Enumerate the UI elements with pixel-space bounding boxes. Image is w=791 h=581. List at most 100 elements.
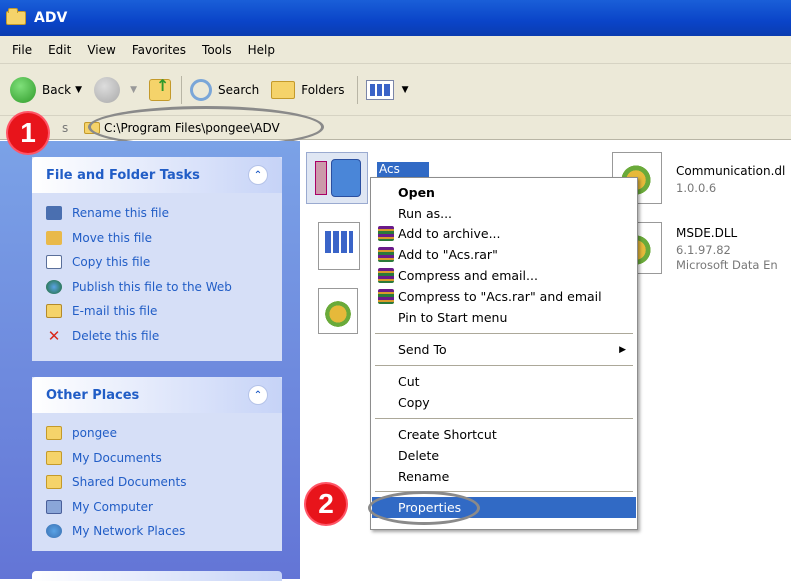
folders-icon xyxy=(271,80,296,99)
menu-view[interactable]: View xyxy=(79,43,123,57)
menu-bar: File Edit View Favorites Tools Help xyxy=(0,36,791,64)
step-badge-1: 1 xyxy=(8,113,48,153)
acs-file-label[interactable]: Acs xyxy=(377,162,429,178)
menu-item-label: Create Shortcut xyxy=(398,427,497,442)
address-label: s xyxy=(62,120,69,135)
task-label: Rename this file xyxy=(72,206,170,221)
winrar-icon xyxy=(378,268,394,283)
task-label: Copy this file xyxy=(72,255,151,270)
folders-button[interactable]: Folders xyxy=(271,80,345,99)
task-move[interactable]: Move this file xyxy=(46,226,282,251)
acs-app-icon[interactable] xyxy=(306,152,368,204)
panel-header[interactable]: Other Places ⌃ xyxy=(32,377,282,413)
menu-item-label: Add to "Acs.rar" xyxy=(398,247,498,262)
rename-icon xyxy=(46,206,62,221)
collapse-chevron-icon[interactable]: ⌃ xyxy=(248,165,268,185)
msde-file-description: Microsoft Data En xyxy=(676,258,778,272)
menu-item-copy[interactable]: Copy xyxy=(372,392,636,413)
menu-item-label: Open xyxy=(398,185,435,200)
menu-item-compress-acs-email[interactable]: Compress to "Acs.rar" and email xyxy=(372,286,636,307)
forward-button[interactable]: ▼ xyxy=(94,76,137,103)
title-bar: ADV xyxy=(0,0,791,36)
place-my-network[interactable]: My Network Places xyxy=(46,519,282,544)
menu-favorites[interactable]: Favorites xyxy=(124,43,194,57)
menu-item-add-acs-rar[interactable]: Add to "Acs.rar" xyxy=(372,244,636,265)
winrar-icon xyxy=(378,289,394,304)
place-label: My Network Places xyxy=(72,524,186,539)
menu-item-label: Send To xyxy=(398,342,447,357)
back-label: Back xyxy=(42,82,72,97)
task-email[interactable]: E-mail this file xyxy=(46,299,282,324)
menu-item-label: Copy xyxy=(398,395,430,410)
menu-item-label: Cut xyxy=(398,374,420,389)
menu-item-open[interactable]: Open xyxy=(372,182,636,203)
delete-x-icon: ✕ xyxy=(47,326,61,345)
menu-item-compress-email[interactable]: Compress and email... xyxy=(372,265,636,286)
menu-tools[interactable]: Tools xyxy=(194,43,240,57)
menu-item-delete[interactable]: Delete xyxy=(372,445,636,466)
menu-item-label: Rename xyxy=(398,469,450,484)
gear-file-icon[interactable] xyxy=(318,288,358,334)
file-folder-tasks-panel: File and Folder Tasks ⌃ Rename this file… xyxy=(32,157,282,361)
back-button[interactable]: Back ▼ xyxy=(10,76,82,103)
views-button[interactable]: ▼ xyxy=(365,79,409,100)
panel-title: Other Places xyxy=(46,387,140,403)
menu-help[interactable]: Help xyxy=(240,43,283,57)
place-label: Shared Documents xyxy=(72,475,187,490)
forward-arrow-icon xyxy=(94,76,121,103)
task-copy[interactable]: Copy this file xyxy=(46,250,282,275)
chevron-down-icon[interactable]: ▼ xyxy=(130,85,137,95)
msde-file-name[interactable]: MSDE.DLL xyxy=(676,226,737,240)
place-shared-documents[interactable]: Shared Documents xyxy=(46,470,282,495)
copy-icon xyxy=(46,255,62,270)
search-icon xyxy=(189,78,212,101)
menu-separator xyxy=(375,365,633,366)
menu-item-label: Compress to "Acs.rar" and email xyxy=(398,289,602,304)
menu-item-add-archive[interactable]: Add to archive... xyxy=(372,223,636,244)
menu-item-cut[interactable]: Cut xyxy=(372,371,636,392)
back-arrow-icon xyxy=(10,76,36,103)
place-my-documents[interactable]: My Documents xyxy=(46,446,282,471)
task-rename[interactable]: Rename this file xyxy=(46,201,282,226)
task-publish[interactable]: Publish this file to the Web xyxy=(46,275,282,300)
collapse-chevron-icon[interactable]: ⌃ xyxy=(248,385,268,405)
panel-header[interactable]: File and Folder Tasks ⌃ xyxy=(32,157,282,193)
submenu-arrow-icon: ▶ xyxy=(619,344,626,355)
place-my-computer[interactable]: My Computer xyxy=(46,495,282,520)
place-label: My Computer xyxy=(72,499,153,514)
globe-icon xyxy=(46,279,62,294)
menu-item-create-shortcut[interactable]: Create Shortcut xyxy=(372,424,636,445)
search-button[interactable]: Search xyxy=(189,78,260,101)
place-label: My Documents xyxy=(72,450,162,465)
task-delete[interactable]: ✕ Delete this file xyxy=(46,324,282,349)
chevron-down-icon[interactable]: ▼ xyxy=(75,85,82,95)
up-folder-icon[interactable] xyxy=(148,76,171,101)
move-icon xyxy=(46,230,62,245)
views-icon xyxy=(365,79,394,100)
communication-file-name[interactable]: Communication.dl xyxy=(676,164,785,178)
menu-separator xyxy=(375,333,633,334)
menu-item-label: Run as... xyxy=(398,206,453,221)
menu-separator xyxy=(375,418,633,419)
search-label: Search xyxy=(217,82,260,97)
place-pongee[interactable]: pongee xyxy=(46,421,282,446)
menu-item-label: Delete xyxy=(398,448,440,463)
menu-item-pin-start[interactable]: Pin to Start menu xyxy=(372,307,636,328)
step-badge-2: 2 xyxy=(306,484,346,524)
menu-edit[interactable]: Edit xyxy=(40,43,79,57)
chevron-down-icon: ▼ xyxy=(401,84,409,95)
window-title: ADV xyxy=(34,10,68,26)
winrar-icon xyxy=(378,226,394,241)
menu-item-run-as[interactable]: Run as... xyxy=(372,203,636,224)
menu-file[interactable]: File xyxy=(4,43,40,57)
task-label: Publish this file to the Web xyxy=(72,279,232,294)
menu-item-send-to[interactable]: Send To ▶ xyxy=(372,339,636,360)
other-places-panel: Other Places ⌃ pongee My Documents Share… xyxy=(32,377,282,551)
network-icon xyxy=(46,524,62,539)
documents-folder-icon xyxy=(46,450,62,465)
context-menu: Open Run as... Add to archive... Add to … xyxy=(370,177,638,530)
communication-file-version: 1.0.0.6 xyxy=(676,181,717,195)
collapsed-panel xyxy=(32,571,282,581)
menu-item-rename[interactable]: Rename xyxy=(372,466,636,487)
document-file-icon[interactable] xyxy=(318,222,360,270)
